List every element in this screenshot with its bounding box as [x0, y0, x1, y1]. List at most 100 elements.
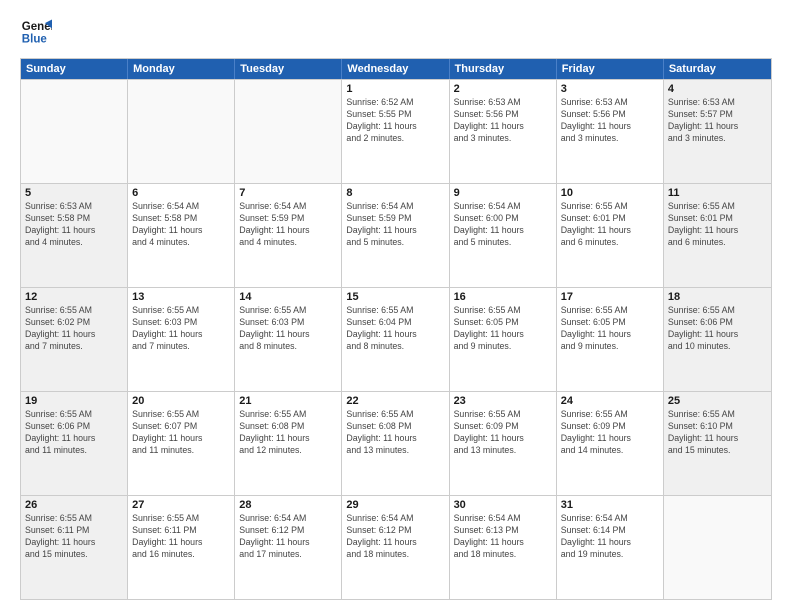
- day-number: 26: [25, 499, 123, 511]
- cal-row-3: 19 Sunrise: 6:55 AM Sunset: 6:06 PM Dayli…: [21, 391, 771, 495]
- cal-cell: 5 Sunrise: 6:53 AM Sunset: 5:58 PM Daylig…: [21, 184, 128, 287]
- cal-cell: 18 Sunrise: 6:55 AM Sunset: 6:06 PM Dayli…: [664, 288, 771, 391]
- day-info: Sunrise: 6:54 AM Sunset: 6:13 PM Dayligh…: [454, 513, 552, 561]
- cal-cell: 11Sunrise: 6:55 AM Sunset: 6:01 PM Dayli…: [664, 184, 771, 287]
- day-info: Sunrise: 6:55 AM Sunset: 6:05 PM Dayligh…: [454, 305, 552, 353]
- cal-cell: 7Sunrise: 6:54 AM Sunset: 5:59 PM Daylig…: [235, 184, 342, 287]
- cal-cell: 20 Sunrise: 6:55 AM Sunset: 6:07 PM Dayli…: [128, 392, 235, 495]
- cal-cell: 3 Sunrise: 6:53 AM Sunset: 5:56 PM Daylig…: [557, 80, 664, 183]
- cal-cell: 13Sunrise: 6:55 AM Sunset: 6:03 PM Dayli…: [128, 288, 235, 391]
- day-number: 4: [668, 83, 767, 95]
- cal-cell: 25 Sunrise: 6:55 AM Sunset: 6:10 PM Dayli…: [664, 392, 771, 495]
- cal-cell: [21, 80, 128, 183]
- day-number: 2: [454, 83, 552, 95]
- cal-cell: 8Sunrise: 6:54 AM Sunset: 5:59 PM Daylig…: [342, 184, 449, 287]
- day-info: Sunrise: 6:54 AM Sunset: 5:59 PM Dayligh…: [239, 201, 337, 249]
- cal-cell: [235, 80, 342, 183]
- cal-cell: 15Sunrise: 6:55 AM Sunset: 6:04 PM Dayli…: [342, 288, 449, 391]
- day-number: 18: [668, 291, 767, 303]
- day-info: Sunrise: 6:53 AM Sunset: 5:58 PM Dayligh…: [25, 201, 123, 249]
- cal-row-0: 1 Sunrise: 6:52 AM Sunset: 5:55 PM Daylig…: [21, 79, 771, 183]
- day-info: Sunrise: 6:55 AM Sunset: 6:08 PM Dayligh…: [239, 409, 337, 457]
- day-info: Sunrise: 6:55 AM Sunset: 6:03 PM Dayligh…: [132, 305, 230, 353]
- cal-header-cell-tuesday: Tuesday: [235, 59, 342, 79]
- day-number: 20: [132, 395, 230, 407]
- day-number: 10: [561, 187, 659, 199]
- day-number: 8: [346, 187, 444, 199]
- cal-cell: 21 Sunrise: 6:55 AM Sunset: 6:08 PM Dayli…: [235, 392, 342, 495]
- cal-header-cell-monday: Monday: [128, 59, 235, 79]
- day-info: Sunrise: 6:54 AM Sunset: 5:58 PM Dayligh…: [132, 201, 230, 249]
- cal-header-cell-thursday: Thursday: [450, 59, 557, 79]
- day-info: Sunrise: 6:52 AM Sunset: 5:55 PM Dayligh…: [346, 97, 444, 145]
- day-number: 15: [346, 291, 444, 303]
- cal-header-cell-saturday: Saturday: [664, 59, 771, 79]
- day-info: Sunrise: 6:55 AM Sunset: 6:11 PM Dayligh…: [25, 513, 123, 561]
- cal-cell: 1 Sunrise: 6:52 AM Sunset: 5:55 PM Daylig…: [342, 80, 449, 183]
- cal-cell: 24Sunrise: 6:55 AM Sunset: 6:09 PM Dayli…: [557, 392, 664, 495]
- day-info: Sunrise: 6:55 AM Sunset: 6:10 PM Dayligh…: [668, 409, 767, 457]
- cal-cell: 6 Sunrise: 6:54 AM Sunset: 5:58 PM Daylig…: [128, 184, 235, 287]
- cal-cell: 2 Sunrise: 6:53 AM Sunset: 5:56 PM Daylig…: [450, 80, 557, 183]
- cal-header-cell-sunday: Sunday: [21, 59, 128, 79]
- cal-cell: 29Sunrise: 6:54 AM Sunset: 6:12 PM Dayli…: [342, 496, 449, 599]
- day-info: Sunrise: 6:55 AM Sunset: 6:06 PM Dayligh…: [668, 305, 767, 353]
- cal-cell: 14 Sunrise: 6:55 AM Sunset: 6:03 PM Dayli…: [235, 288, 342, 391]
- day-number: 23: [454, 395, 552, 407]
- day-number: 9: [454, 187, 552, 199]
- day-number: 31: [561, 499, 659, 511]
- day-info: Sunrise: 6:55 AM Sunset: 6:05 PM Dayligh…: [561, 305, 659, 353]
- logo: General Blue: [20, 16, 52, 48]
- day-info: Sunrise: 6:53 AM Sunset: 5:57 PM Dayligh…: [668, 97, 767, 145]
- cal-cell: 26 Sunrise: 6:55 AM Sunset: 6:11 PM Dayli…: [21, 496, 128, 599]
- day-info: Sunrise: 6:55 AM Sunset: 6:03 PM Dayligh…: [239, 305, 337, 353]
- cal-header-cell-friday: Friday: [557, 59, 664, 79]
- day-number: 21: [239, 395, 337, 407]
- day-number: 1: [346, 83, 444, 95]
- cal-row-1: 5 Sunrise: 6:53 AM Sunset: 5:58 PM Daylig…: [21, 183, 771, 287]
- cal-cell: 22 Sunrise: 6:55 AM Sunset: 6:08 PM Dayli…: [342, 392, 449, 495]
- day-number: 17: [561, 291, 659, 303]
- day-number: 22: [346, 395, 444, 407]
- calendar-header-row: SundayMondayTuesdayWednesdayThursdayFrid…: [21, 59, 771, 79]
- day-number: 28: [239, 499, 337, 511]
- cal-cell: 10 Sunrise: 6:55 AM Sunset: 6:01 PM Dayli…: [557, 184, 664, 287]
- calendar: SundayMondayTuesdayWednesdayThursdayFrid…: [20, 58, 772, 600]
- cal-cell: 9Sunrise: 6:54 AM Sunset: 6:00 PM Daylig…: [450, 184, 557, 287]
- cal-cell: 27 Sunrise: 6:55 AM Sunset: 6:11 PM Dayli…: [128, 496, 235, 599]
- day-info: Sunrise: 6:55 AM Sunset: 6:11 PM Dayligh…: [132, 513, 230, 561]
- cal-cell: 4 Sunrise: 6:53 AM Sunset: 5:57 PM Daylig…: [664, 80, 771, 183]
- day-info: Sunrise: 6:54 AM Sunset: 6:12 PM Dayligh…: [239, 513, 337, 561]
- day-info: Sunrise: 6:53 AM Sunset: 5:56 PM Dayligh…: [561, 97, 659, 145]
- day-info: Sunrise: 6:55 AM Sunset: 6:09 PM Dayligh…: [561, 409, 659, 457]
- day-info: Sunrise: 6:55 AM Sunset: 6:01 PM Dayligh…: [561, 201, 659, 249]
- day-info: Sunrise: 6:55 AM Sunset: 6:02 PM Dayligh…: [25, 305, 123, 353]
- day-number: 27: [132, 499, 230, 511]
- cal-row-2: 12 Sunrise: 6:55 AM Sunset: 6:02 PM Dayli…: [21, 287, 771, 391]
- cal-cell: [128, 80, 235, 183]
- day-info: Sunrise: 6:55 AM Sunset: 6:08 PM Dayligh…: [346, 409, 444, 457]
- cal-cell: 31 Sunrise: 6:54 AM Sunset: 6:14 PM Dayli…: [557, 496, 664, 599]
- cal-cell: 19 Sunrise: 6:55 AM Sunset: 6:06 PM Dayli…: [21, 392, 128, 495]
- calendar-body: 1 Sunrise: 6:52 AM Sunset: 5:55 PM Daylig…: [21, 79, 771, 599]
- day-info: Sunrise: 6:54 AM Sunset: 6:14 PM Dayligh…: [561, 513, 659, 561]
- day-number: 30: [454, 499, 552, 511]
- day-number: 14: [239, 291, 337, 303]
- cal-cell: 12 Sunrise: 6:55 AM Sunset: 6:02 PM Dayli…: [21, 288, 128, 391]
- day-info: Sunrise: 6:55 AM Sunset: 6:07 PM Dayligh…: [132, 409, 230, 457]
- day-number: 25: [668, 395, 767, 407]
- cal-header-cell-wednesday: Wednesday: [342, 59, 449, 79]
- day-number: 12: [25, 291, 123, 303]
- cal-cell: 28 Sunrise: 6:54 AM Sunset: 6:12 PM Dayli…: [235, 496, 342, 599]
- day-number: 19: [25, 395, 123, 407]
- day-info: Sunrise: 6:55 AM Sunset: 6:01 PM Dayligh…: [668, 201, 767, 249]
- logo-icon: General Blue: [20, 16, 52, 48]
- day-number: 3: [561, 83, 659, 95]
- day-info: Sunrise: 6:53 AM Sunset: 5:56 PM Dayligh…: [454, 97, 552, 145]
- day-number: 5: [25, 187, 123, 199]
- page: General Blue SundayMondayTuesdayWednesda…: [0, 0, 792, 612]
- cal-cell: 16Sunrise: 6:55 AM Sunset: 6:05 PM Dayli…: [450, 288, 557, 391]
- day-number: 6: [132, 187, 230, 199]
- day-info: Sunrise: 6:54 AM Sunset: 6:12 PM Dayligh…: [346, 513, 444, 561]
- day-info: Sunrise: 6:55 AM Sunset: 6:06 PM Dayligh…: [25, 409, 123, 457]
